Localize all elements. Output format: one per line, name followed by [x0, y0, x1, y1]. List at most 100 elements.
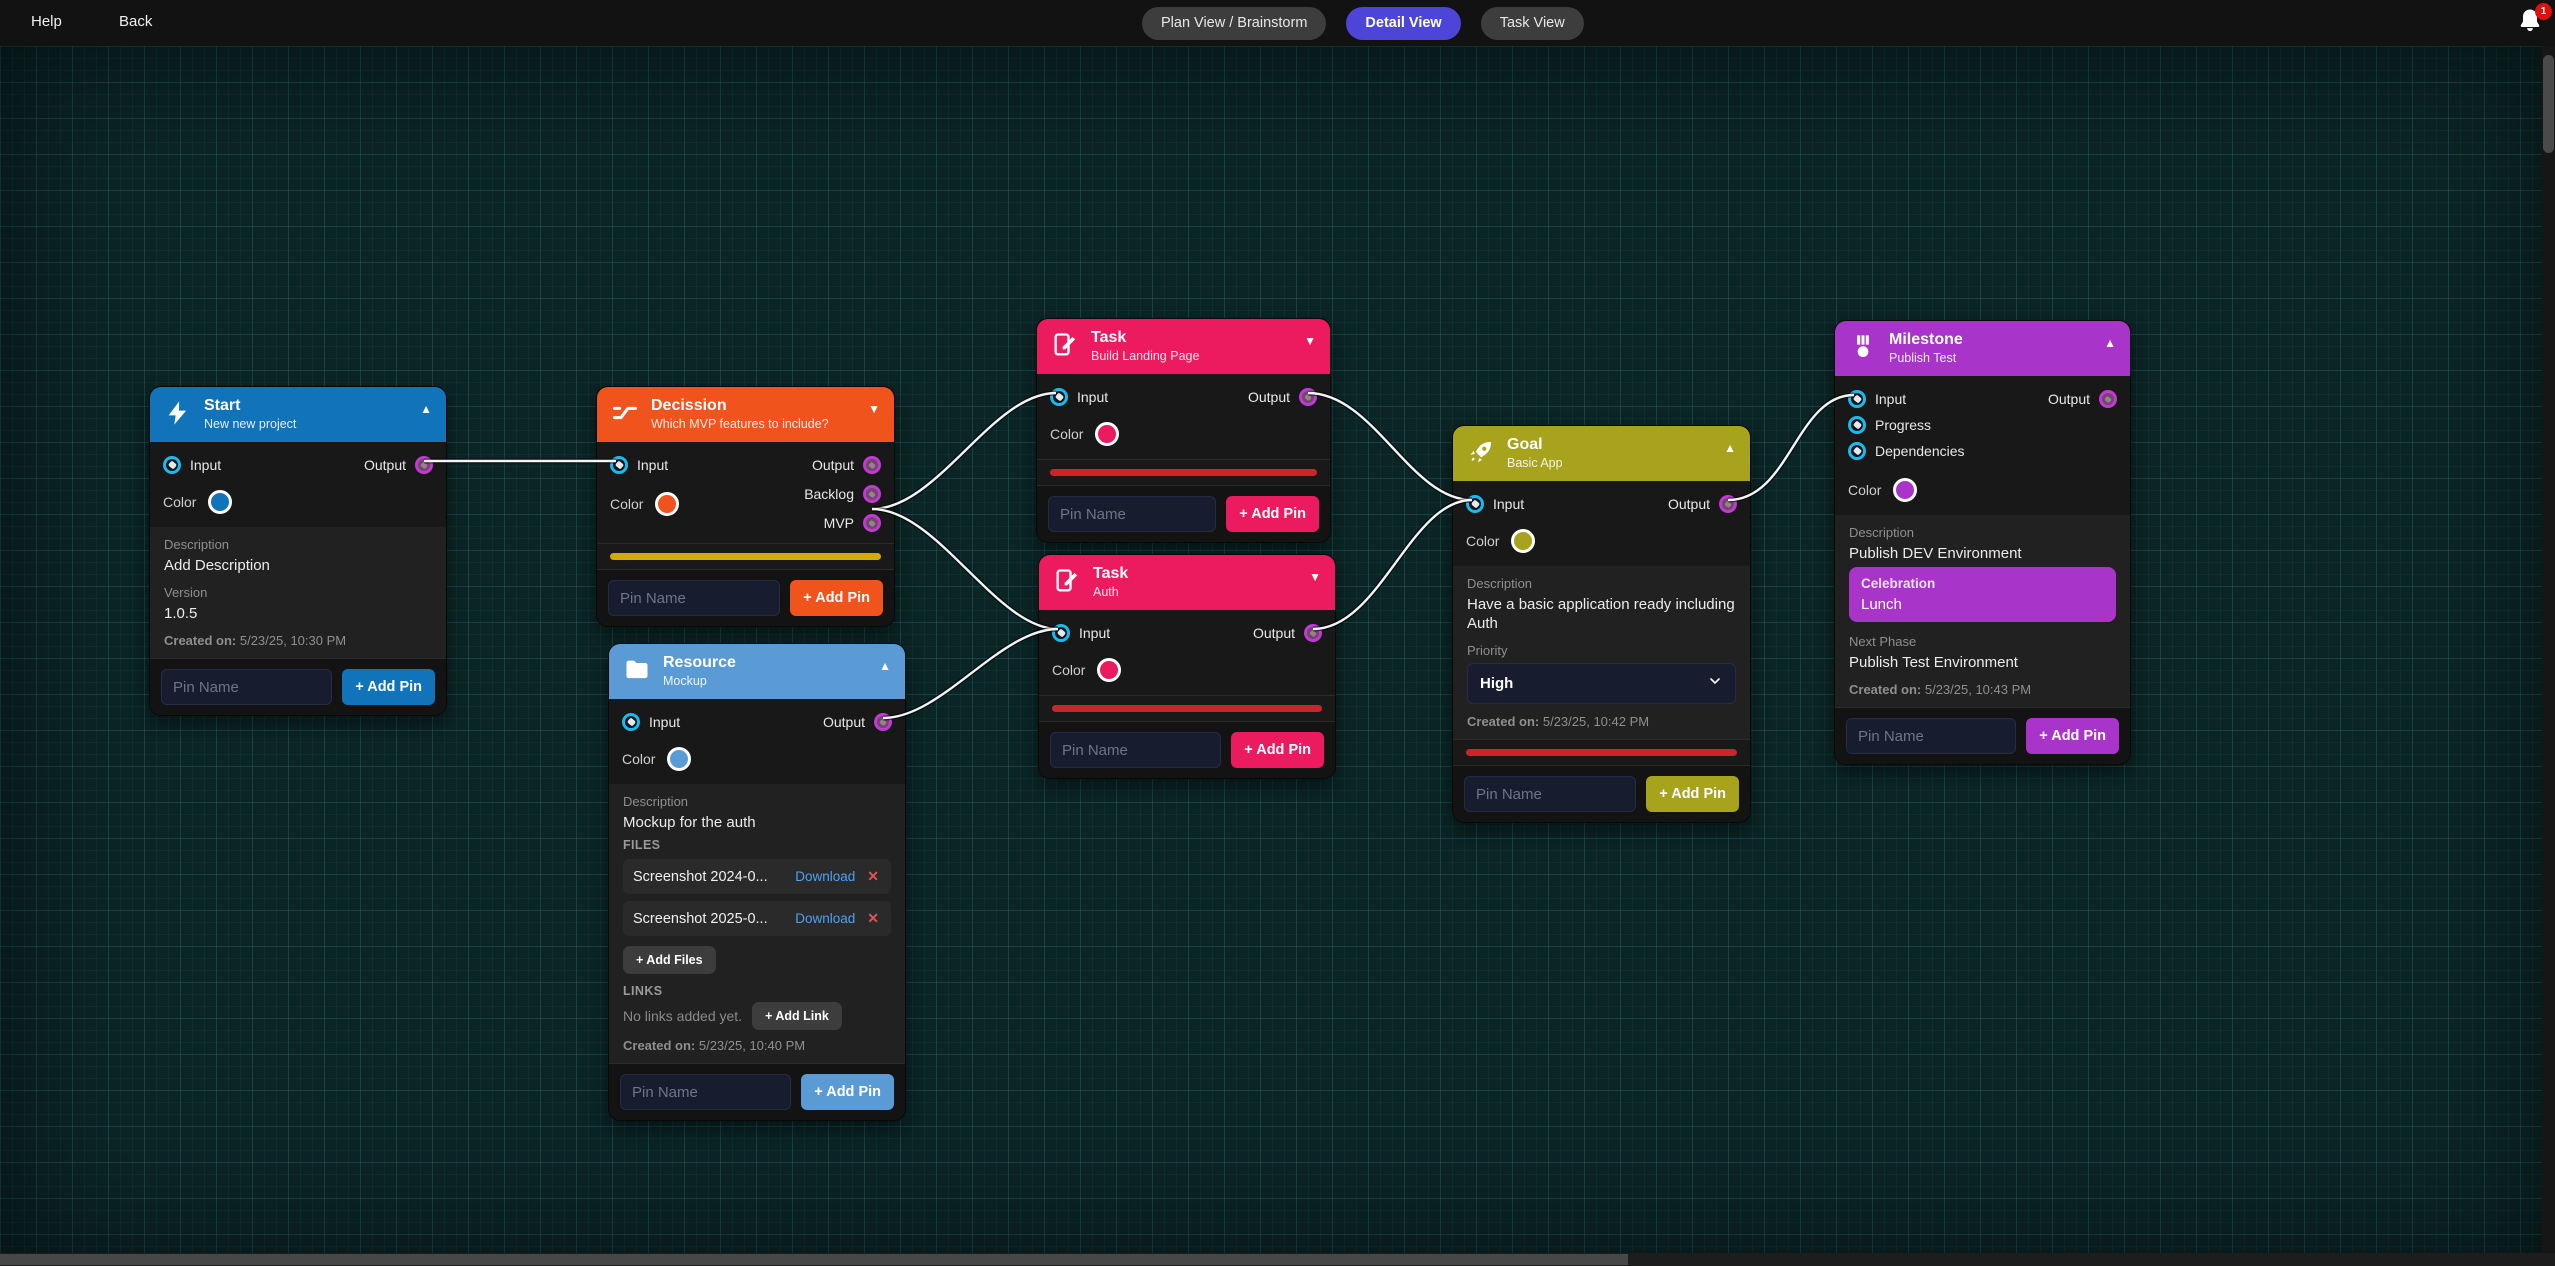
input-socket[interactable] — [1848, 390, 1866, 408]
input-label: Input — [1493, 496, 1524, 512]
color-swatch[interactable] — [1095, 422, 1119, 446]
help-menu[interactable]: Help — [31, 13, 62, 30]
node-task-auth[interactable]: Task Auth ▼ Input Output Color + Add Pin — [1038, 554, 1336, 779]
notifications-button[interactable]: 1 — [2516, 5, 2550, 41]
input-label: Input — [1077, 389, 1108, 405]
node-header[interactable]: Start New new project ▲ — [150, 387, 446, 442]
input-socket[interactable] — [1466, 495, 1484, 513]
progress-bar — [610, 553, 881, 560]
bolt-icon — [164, 399, 192, 427]
progress-socket[interactable] — [1848, 416, 1866, 434]
no-links-text: No links added yet. — [623, 1008, 742, 1024]
output-socket[interactable] — [415, 456, 433, 474]
collapse-down-icon[interactable]: ▼ — [1309, 570, 1321, 584]
download-link[interactable]: Download — [795, 911, 855, 926]
node-title: Decission — [651, 396, 856, 415]
collapse-up-icon[interactable]: ▲ — [879, 659, 891, 673]
add-pin-button[interactable]: + Add Pin — [1226, 496, 1319, 532]
links-heading: LINKS — [623, 984, 891, 998]
remove-file-icon[interactable]: ✕ — [865, 868, 881, 885]
download-link[interactable]: Download — [795, 869, 855, 884]
progress-bar — [1050, 469, 1317, 476]
node-start[interactable]: Start New new project ▲ Input Output Col… — [149, 386, 447, 716]
node-header[interactable]: Task Auth ▼ — [1039, 555, 1335, 610]
pin-name-input[interactable] — [620, 1074, 791, 1110]
file-item: Screenshot 2024-0... Download ✕ — [623, 859, 891, 894]
celebration-label: Celebration — [1861, 576, 2104, 591]
input-socket[interactable] — [163, 456, 181, 474]
color-swatch[interactable] — [1511, 529, 1535, 553]
node-header[interactable]: Resource Mockup ▲ — [609, 644, 905, 699]
input-socket[interactable] — [1050, 388, 1068, 406]
description-value[interactable]: Add Description — [164, 556, 432, 575]
node-resource[interactable]: Resource Mockup ▲ Input Output Color Des… — [608, 643, 906, 1121]
next-phase-value[interactable]: Publish Test Environment — [1849, 653, 2116, 672]
node-title: Goal — [1507, 435, 1712, 454]
pin-name-input[interactable] — [1048, 496, 1216, 532]
collapse-up-icon[interactable]: ▲ — [420, 402, 432, 416]
horizontal-scrollbar-thumb[interactable] — [0, 1254, 1628, 1265]
pin-name-input[interactable] — [161, 669, 332, 705]
node-milestone[interactable]: Milestone Publish Test ▲ Input Progress — [1834, 320, 2131, 765]
input-socket[interactable] — [622, 713, 640, 731]
output-socket[interactable] — [1719, 495, 1737, 513]
tab-task-view[interactable]: Task View — [1481, 7, 1584, 40]
vertical-scrollbar-thumb[interactable] — [2543, 55, 2554, 153]
medal-icon — [1849, 333, 1877, 361]
output-socket[interactable] — [2099, 390, 2117, 408]
description-value[interactable]: Publish DEV Environment — [1849, 544, 2116, 563]
color-swatch[interactable] — [655, 492, 679, 516]
horizontal-scrollbar-track[interactable] — [0, 1253, 2555, 1266]
mvp-pin-label: MVP — [824, 515, 854, 531]
add-pin-button[interactable]: + Add Pin — [1231, 732, 1324, 768]
mvp-socket[interactable] — [863, 514, 881, 532]
remove-file-icon[interactable]: ✕ — [865, 910, 881, 927]
progress-bar — [1466, 749, 1737, 756]
description-value[interactable]: Have a basic application ready including… — [1467, 595, 1736, 633]
color-swatch[interactable] — [1097, 658, 1121, 682]
output-socket[interactable] — [1304, 624, 1322, 642]
backlog-socket[interactable] — [863, 485, 881, 503]
collapse-up-icon[interactable]: ▲ — [1724, 441, 1736, 455]
tab-plan-view[interactable]: Plan View / Brainstorm — [1142, 7, 1326, 40]
node-header[interactable]: Decission Which MVP features to include?… — [597, 387, 894, 442]
description-value[interactable]: Mockup for the auth — [623, 813, 891, 832]
add-pin-button[interactable]: + Add Pin — [801, 1074, 894, 1110]
node-goal[interactable]: Goal Basic App ▲ Input Output Color Desc… — [1452, 425, 1751, 823]
progress-bar — [1052, 705, 1322, 712]
collapse-down-icon[interactable]: ▼ — [868, 402, 880, 416]
node-decision[interactable]: Decission Which MVP features to include?… — [596, 386, 895, 627]
add-link-button[interactable]: + Add Link — [752, 1002, 842, 1030]
priority-select[interactable]: High — [1467, 663, 1736, 704]
color-swatch[interactable] — [208, 490, 232, 514]
pin-name-input[interactable] — [1050, 732, 1221, 768]
collapse-down-icon[interactable]: ▼ — [1304, 334, 1316, 348]
pin-name-input[interactable] — [1464, 776, 1636, 812]
vertical-scrollbar-track[interactable] — [2542, 46, 2555, 1254]
color-swatch[interactable] — [667, 747, 691, 771]
add-pin-button[interactable]: + Add Pin — [2026, 718, 2119, 754]
collapse-up-icon[interactable]: ▲ — [2104, 336, 2116, 350]
node-header[interactable]: Goal Basic App ▲ — [1453, 426, 1750, 481]
node-header[interactable]: Task Build Landing Page ▼ — [1037, 319, 1330, 374]
output-socket[interactable] — [1299, 388, 1317, 406]
dependencies-socket[interactable] — [1848, 442, 1866, 460]
output-socket[interactable] — [874, 713, 892, 731]
node-subtitle: Build Landing Page — [1091, 348, 1292, 364]
node-header[interactable]: Milestone Publish Test ▲ — [1835, 321, 2130, 376]
celebration-value[interactable]: Lunch — [1861, 596, 2104, 613]
input-socket[interactable] — [1052, 624, 1070, 642]
add-pin-button[interactable]: + Add Pin — [1646, 776, 1739, 812]
node-task-landing[interactable]: Task Build Landing Page ▼ Input Output C… — [1036, 318, 1331, 543]
add-pin-button[interactable]: + Add Pin — [342, 669, 435, 705]
back-menu[interactable]: Back — [119, 13, 152, 30]
add-pin-button[interactable]: + Add Pin — [790, 580, 883, 616]
version-value[interactable]: 1.0.5 — [164, 604, 432, 623]
add-files-button[interactable]: + Add Files — [623, 946, 716, 974]
output-socket[interactable] — [863, 456, 881, 474]
input-socket[interactable] — [610, 456, 628, 474]
color-swatch[interactable] — [1893, 478, 1917, 502]
pin-name-input[interactable] — [1846, 718, 2016, 754]
pin-name-input[interactable] — [608, 580, 780, 616]
tab-detail-view[interactable]: Detail View — [1346, 7, 1460, 40]
